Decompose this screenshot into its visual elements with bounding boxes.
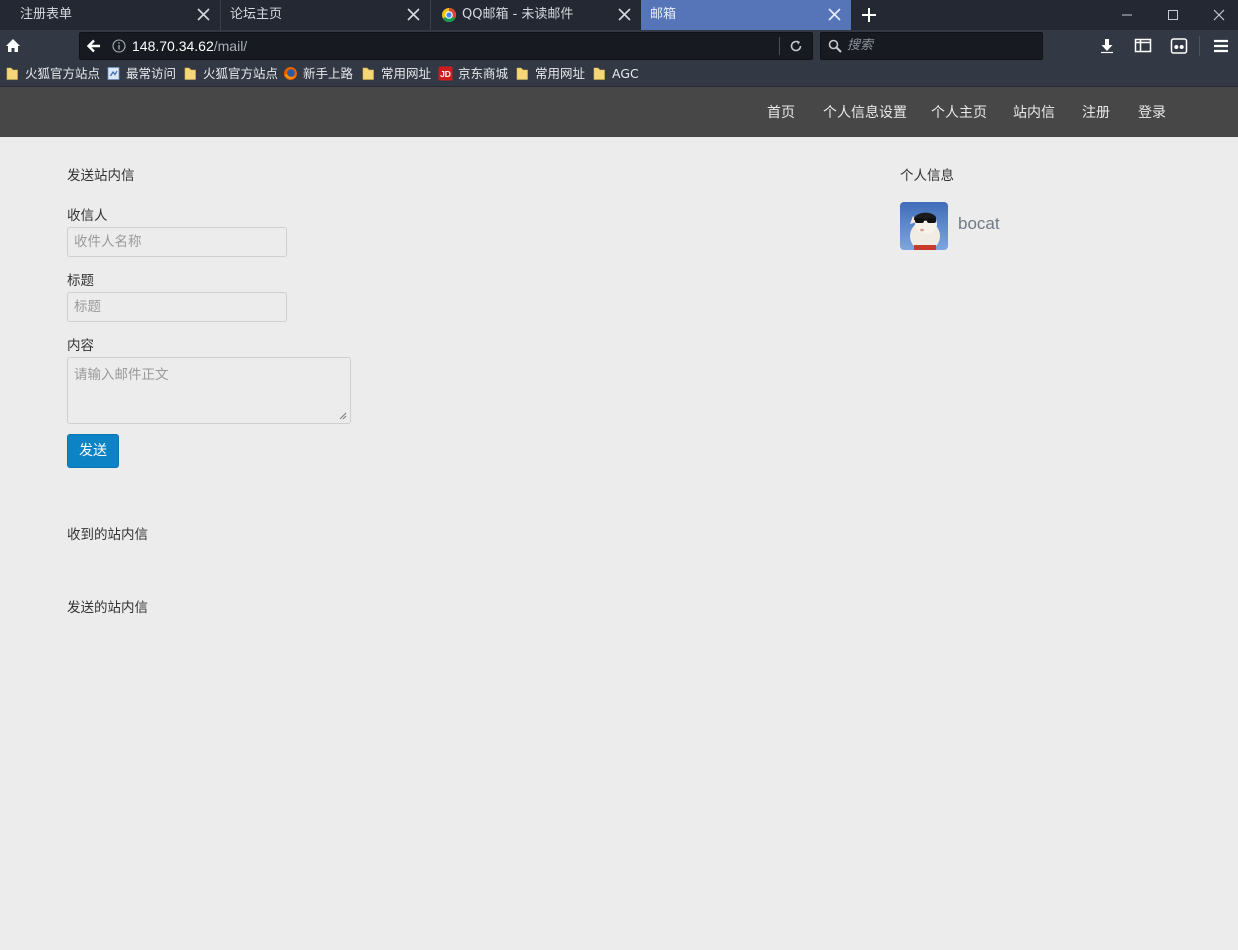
avatar[interactable] bbox=[900, 202, 948, 250]
bookmark-label: 最常访问 bbox=[126, 66, 177, 81]
url-text[interactable]: 148.70.34.62/mail/ bbox=[132, 33, 247, 59]
tab-title: 邮箱 bbox=[650, 7, 677, 22]
send-button[interactable]: 发送 bbox=[67, 434, 119, 468]
bookmark-label: 火狐官方站点 bbox=[25, 66, 101, 81]
tab-register-form[interactable]: 注册表单 bbox=[0, 0, 221, 30]
nav-link-login[interactable]: 登录 bbox=[1138, 87, 1166, 139]
folder-icon bbox=[362, 67, 374, 80]
folder-icon bbox=[516, 67, 528, 80]
firefox-icon bbox=[284, 67, 297, 80]
menu-icon[interactable] bbox=[1211, 36, 1231, 56]
content-textarea[interactable] bbox=[67, 357, 351, 424]
bookmark-label: 京东商城 bbox=[458, 66, 509, 81]
tab-title: QQ邮箱 - 未读邮件 bbox=[462, 7, 574, 22]
recipient-label: 收信人 bbox=[67, 208, 108, 224]
folder-icon bbox=[6, 67, 18, 80]
home-icon[interactable] bbox=[3, 36, 23, 56]
tab-title: 注册表单 bbox=[20, 7, 73, 22]
back-arrow-icon[interactable] bbox=[80, 33, 108, 59]
info-icon[interactable] bbox=[112, 39, 126, 53]
new-tab-icon[interactable] bbox=[859, 5, 879, 25]
sidebar-icon[interactable] bbox=[1133, 36, 1153, 56]
bookmark-label: 常用网址 bbox=[381, 66, 432, 81]
close-icon[interactable] bbox=[618, 8, 631, 21]
search-bar[interactable]: 搜索 bbox=[820, 32, 1043, 60]
tab-qq-mail[interactable]: QQ邮箱 - 未读邮件 bbox=[431, 0, 641, 30]
subject-label: 标题 bbox=[67, 273, 94, 289]
nav-link-profile-settings[interactable]: 个人信息设置 bbox=[823, 87, 907, 139]
url-path: /mail/ bbox=[213, 38, 248, 54]
profile-username[interactable]: bocat bbox=[958, 214, 1000, 234]
folder-icon bbox=[184, 67, 196, 80]
toolbar-separator bbox=[1199, 36, 1200, 56]
compose-heading: 发送站内信 bbox=[67, 168, 135, 184]
reload-icon[interactable] bbox=[788, 38, 804, 54]
url-bar[interactable]: 148.70.34.62/mail/ bbox=[79, 32, 813, 60]
minimize-icon[interactable] bbox=[1117, 5, 1137, 25]
tab-forum-home[interactable]: 论坛主页 bbox=[221, 0, 431, 30]
download-icon[interactable] bbox=[1097, 36, 1117, 56]
bookmark-label: 新手上路 bbox=[303, 66, 354, 81]
site-header: 首页 个人信息设置 个人主页 站内信 注册 登录 bbox=[0, 87, 1238, 137]
resize-grip-icon[interactable] bbox=[339, 412, 347, 420]
nav-link-register[interactable]: 注册 bbox=[1082, 87, 1110, 139]
navigation-toolbar: 148.70.34.62/mail/ 搜索 bbox=[0, 30, 1238, 62]
nav-link-personal-page[interactable]: 个人主页 bbox=[931, 87, 987, 139]
bookmark-label: AGC bbox=[612, 66, 639, 81]
folder-icon bbox=[593, 67, 605, 80]
svg-text:JD: JD bbox=[440, 69, 451, 79]
main-content: 发送站内信 收信人 标题 内容 发送 收到的站内信 发送的站内信 个人信息 bbox=[0, 137, 1238, 950]
jd-icon: JD bbox=[438, 66, 453, 81]
qq-mail-favicon-icon bbox=[442, 8, 456, 22]
nav-link-messages[interactable]: 站内信 bbox=[1013, 87, 1055, 139]
nav-link-home[interactable]: 首页 bbox=[767, 87, 795, 139]
tab-title: 论坛主页 bbox=[230, 7, 283, 22]
close-icon[interactable] bbox=[407, 8, 420, 21]
most-visited-icon bbox=[107, 67, 120, 80]
maximize-icon[interactable] bbox=[1163, 5, 1183, 25]
sent-heading: 发送的站内信 bbox=[67, 600, 148, 616]
profile-heading: 个人信息 bbox=[900, 168, 954, 184]
url-host: 148.70.34.62 bbox=[132, 38, 214, 54]
content-label: 内容 bbox=[67, 338, 94, 354]
avatar-cat-image bbox=[900, 202, 948, 250]
bookmark-label: 火狐官方站点 bbox=[203, 66, 279, 81]
search-placeholder: 搜索 bbox=[847, 38, 874, 53]
tab-bar: 注册表单 论坛主页 QQ邮箱 - 未读邮件 邮箱 bbox=[0, 0, 1238, 30]
bookmarks-toolbar: 火狐官方站点 最常访问 火狐官方站点 新手上路 常用网址 JD 京东商城 常用网… bbox=[0, 62, 1238, 87]
search-icon bbox=[828, 39, 842, 53]
recipient-input[interactable] bbox=[67, 227, 287, 257]
window-close-icon[interactable] bbox=[1209, 5, 1229, 25]
subject-input[interactable] bbox=[67, 292, 287, 322]
close-icon[interactable] bbox=[828, 8, 841, 21]
received-heading: 收到的站内信 bbox=[67, 527, 148, 543]
url-separator bbox=[779, 37, 780, 55]
tab-mailbox[interactable]: 邮箱 bbox=[641, 0, 851, 30]
bookmark-label: 常用网址 bbox=[535, 66, 586, 81]
close-icon[interactable] bbox=[197, 8, 210, 21]
reading-mode-icon[interactable] bbox=[1169, 36, 1189, 56]
